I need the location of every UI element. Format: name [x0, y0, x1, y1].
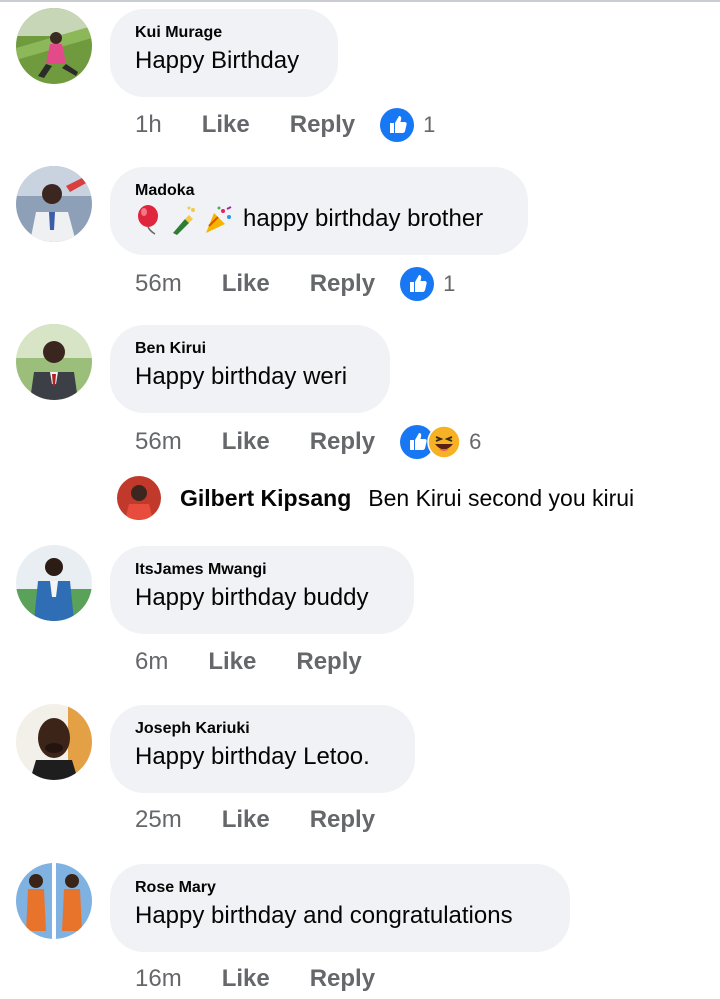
comment-text: Happy birthday buddy — [135, 584, 369, 611]
reply-button[interactable]: Reply — [310, 806, 375, 834]
reply-button[interactable]: Reply — [310, 965, 375, 993]
comment-bubble: Rose Mary Happy birthday and congratulat… — [110, 864, 570, 952]
comment-text: Happy Birthday — [135, 47, 300, 74]
comment-timestamp[interactable]: 25m — [135, 806, 182, 834]
like-button[interactable]: Like — [222, 270, 270, 298]
party-popper-emoji — [203, 205, 239, 235]
like-button[interactable]: Like — [208, 648, 256, 676]
comment-author[interactable]: Madoka — [135, 181, 502, 203]
balloon-emoji — [135, 204, 169, 235]
comment-author[interactable]: Joseph Kariuki — [135, 719, 389, 741]
reply-button[interactable]: Reply — [296, 648, 361, 676]
comment-bubble: Kui Murage Happy Birthday — [110, 9, 338, 97]
comment-author[interactable]: ItsJames Mwangi — [135, 560, 388, 582]
reaction-summary[interactable]: 1 — [379, 107, 435, 143]
comment-bubble: Madoka happy birthday brother — [110, 167, 528, 255]
like-button[interactable]: Like — [222, 428, 270, 456]
emoji-group — [135, 204, 239, 235]
reply-button[interactable]: Reply — [310, 270, 375, 298]
comment-actions: 1h Like Reply 1 — [135, 107, 435, 143]
like-button[interactable]: Like — [222, 965, 270, 993]
reply-preview[interactable]: Gilbert Kipsang Ben Kirui second you kir… — [117, 475, 634, 521]
comment-actions: 56m Like Reply 1 — [135, 266, 455, 302]
champagne-emoji — [169, 205, 203, 235]
top-divider — [0, 0, 720, 2]
comment-text-body: happy birthday brother — [243, 205, 484, 232]
comment-timestamp[interactable]: 6m — [135, 648, 168, 676]
avatar[interactable] — [117, 476, 161, 520]
like-button[interactable]: Like — [202, 111, 250, 139]
comment-actions: 16m Like Reply — [135, 961, 375, 997]
avatar[interactable] — [16, 863, 92, 939]
comment-text: Happy birthday and congratulations — [135, 902, 513, 929]
comment-text: Happy birthday weri — [135, 363, 348, 390]
comment-bubble: Joseph Kariuki Happy birthday Letoo. — [110, 705, 415, 793]
avatar[interactable] — [16, 704, 92, 780]
comment-actions: 25m Like Reply — [135, 802, 375, 838]
comment-actions: 6m Like Reply — [135, 644, 362, 680]
like-icon — [379, 107, 415, 143]
reply-button[interactable]: Reply — [290, 111, 355, 139]
comment-author[interactable]: Ben Kirui — [135, 339, 364, 361]
like-icon — [399, 266, 435, 302]
comment-text: Happy birthday Letoo. — [135, 743, 370, 770]
comment-author[interactable]: Rose Mary — [135, 878, 544, 900]
reply-button[interactable]: Reply — [310, 428, 375, 456]
reaction-summary[interactable]: 6 — [399, 424, 481, 460]
comment-timestamp[interactable]: 56m — [135, 428, 182, 456]
reaction-count: 1 — [423, 112, 436, 137]
avatar[interactable] — [16, 166, 92, 242]
comment-timestamp[interactable]: 16m — [135, 965, 182, 993]
comment-timestamp[interactable]: 1h — [135, 111, 162, 139]
avatar[interactable] — [16, 8, 92, 84]
reply-text: Ben Kirui second you kirui — [368, 484, 635, 511]
comment-text: happy birthday brother — [135, 203, 502, 235]
comment-actions: 56m Like Reply 6 — [135, 424, 481, 460]
reply-author[interactable]: Gilbert Kipsang — [180, 485, 351, 512]
like-button[interactable]: Like — [222, 806, 270, 834]
avatar[interactable] — [16, 545, 92, 621]
reaction-summary[interactable]: 1 — [399, 266, 455, 302]
avatar[interactable] — [16, 324, 92, 400]
comment-bubble: ItsJames Mwangi Happy birthday buddy — [110, 546, 414, 634]
comment-timestamp[interactable]: 56m — [135, 270, 182, 298]
comment-author[interactable]: Kui Murage — [135, 23, 312, 45]
haha-icon — [427, 425, 461, 459]
comment-bubble: Ben Kirui Happy birthday weri — [110, 325, 390, 413]
reaction-count: 6 — [469, 429, 482, 454]
reaction-count: 1 — [443, 271, 456, 296]
